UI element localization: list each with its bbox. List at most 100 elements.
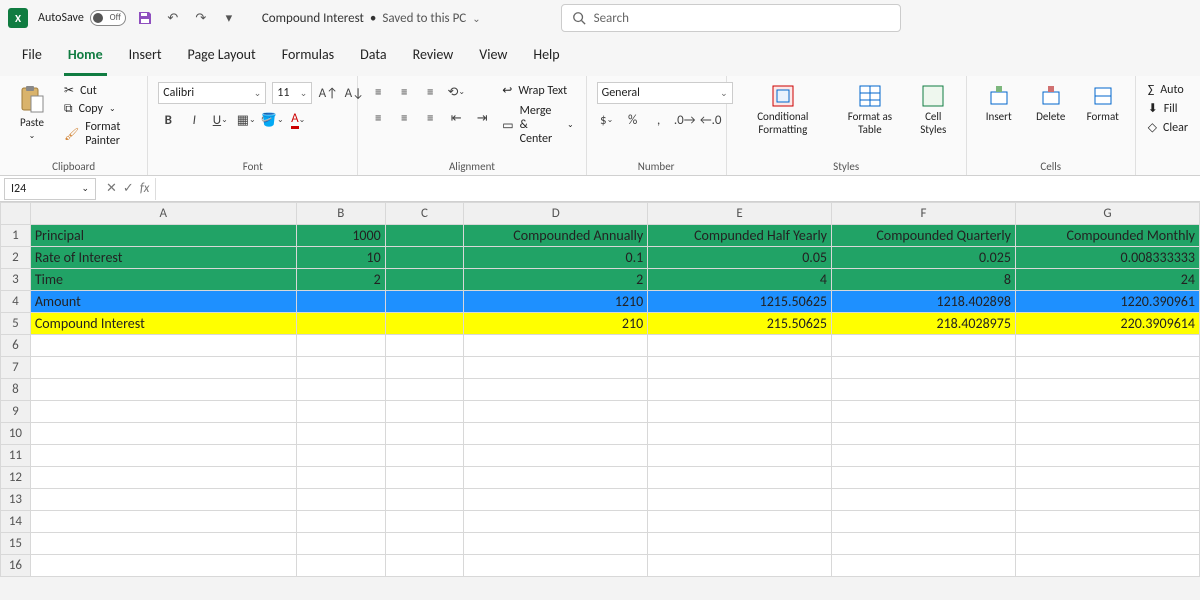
cell-G7[interactable] <box>1015 357 1199 379</box>
cell-B1[interactable]: 1000 <box>296 225 385 247</box>
tab-formulas[interactable]: Formulas <box>278 40 338 76</box>
cell-C6[interactable] <box>385 335 464 357</box>
cell-D2[interactable]: 0.1 <box>464 247 648 269</box>
cell-E13[interactable] <box>648 489 832 511</box>
cell-A9[interactable] <box>30 401 296 423</box>
column-header-A[interactable]: A <box>30 203 296 225</box>
row-header-10[interactable]: 10 <box>1 423 31 445</box>
cell-F1[interactable]: Compounded Quarterly <box>832 225 1016 247</box>
cell-B2[interactable]: 10 <box>296 247 385 269</box>
cell-F13[interactable] <box>832 489 1016 511</box>
cell-C8[interactable] <box>385 379 464 401</box>
cell-D10[interactable] <box>464 423 648 445</box>
cell-F8[interactable] <box>832 379 1016 401</box>
accounting-format-icon[interactable]: $⌄ <box>597 110 617 130</box>
cell-C4[interactable] <box>385 291 464 313</box>
comma-format-icon[interactable]: , <box>649 110 669 130</box>
cell-D15[interactable] <box>464 533 648 555</box>
align-center-icon[interactable]: ≡ <box>394 108 414 128</box>
cell-F16[interactable] <box>832 555 1016 577</box>
cell-D7[interactable] <box>464 357 648 379</box>
cell-E15[interactable] <box>648 533 832 555</box>
column-header-B[interactable]: B <box>296 203 385 225</box>
cell-E6[interactable] <box>648 335 832 357</box>
cell-E11[interactable] <box>648 445 832 467</box>
cell-B14[interactable] <box>296 511 385 533</box>
autosave-toggle[interactable]: AutoSave Off <box>38 10 126 26</box>
merge-center-button[interactable]: ▭Merge & Center⌄ <box>500 103 575 147</box>
bold-button[interactable]: B <box>158 110 178 130</box>
cell-D12[interactable] <box>464 467 648 489</box>
cell-B16[interactable] <box>296 555 385 577</box>
cell-F9[interactable] <box>832 401 1016 423</box>
increase-indent-icon[interactable]: ⇥ <box>472 108 492 128</box>
cell-G3[interactable]: 24 <box>1015 269 1199 291</box>
column-header-C[interactable]: C <box>385 203 464 225</box>
qat-customize-icon[interactable]: ▾ <box>220 9 238 27</box>
fill-color-button[interactable]: 🪣⌄ <box>262 110 282 130</box>
cell-B13[interactable] <box>296 489 385 511</box>
orientation-icon[interactable]: ⟲⌄ <box>446 82 466 102</box>
cell-A16[interactable] <box>30 555 296 577</box>
align-top-icon[interactable]: ≡ <box>368 82 388 102</box>
cell-C15[interactable] <box>385 533 464 555</box>
cell-C13[interactable] <box>385 489 464 511</box>
underline-button[interactable]: U⌄ <box>210 110 230 130</box>
cell-A5[interactable]: Compound Interest <box>30 313 296 335</box>
document-title[interactable]: Compound Interest • Saved to this PC ⌄ <box>262 11 481 26</box>
increase-decimal-icon[interactable]: .0→ <box>675 110 695 130</box>
row-header-12[interactable]: 12 <box>1 467 31 489</box>
cell-E12[interactable] <box>648 467 832 489</box>
tab-view[interactable]: View <box>475 40 511 76</box>
select-all-corner[interactable] <box>1 203 31 225</box>
cell-E9[interactable] <box>648 401 832 423</box>
column-header-G[interactable]: G <box>1015 203 1199 225</box>
row-header-11[interactable]: 11 <box>1 445 31 467</box>
decrease-indent-icon[interactable]: ⇤ <box>446 108 466 128</box>
cell-A7[interactable] <box>30 357 296 379</box>
cell-B5[interactable] <box>296 313 385 335</box>
font-name-select[interactable]: Calibri⌄ <box>158 82 266 104</box>
row-header-9[interactable]: 9 <box>1 401 31 423</box>
cell-F4[interactable]: 1218.402898 <box>832 291 1016 313</box>
row-header-1[interactable]: 1 <box>1 225 31 247</box>
borders-button[interactable]: ▦⌄ <box>236 110 256 130</box>
align-bottom-icon[interactable]: ≡ <box>420 82 440 102</box>
cell-G12[interactable] <box>1015 467 1199 489</box>
chevron-down-icon[interactable]: ⌄ <box>472 12 480 25</box>
cell-G1[interactable]: Compounded Monthly <box>1015 225 1199 247</box>
column-header-D[interactable]: D <box>464 203 648 225</box>
cell-G2[interactable]: 0.008333333 <box>1015 247 1199 269</box>
cell-D6[interactable] <box>464 335 648 357</box>
tab-review[interactable]: Review <box>409 40 458 76</box>
cell-C7[interactable] <box>385 357 464 379</box>
cell-F15[interactable] <box>832 533 1016 555</box>
search-input[interactable]: Search <box>561 4 901 32</box>
spreadsheet-grid[interactable]: ABCDEFG 1Principal1000Compounded Annuall… <box>0 202 1200 577</box>
cell-A13[interactable] <box>30 489 296 511</box>
cell-G10[interactable] <box>1015 423 1199 445</box>
tab-insert[interactable]: Insert <box>125 40 166 76</box>
cell-A11[interactable] <box>30 445 296 467</box>
cell-B11[interactable] <box>296 445 385 467</box>
cell-F5[interactable]: 218.4028975 <box>832 313 1016 335</box>
cell-B8[interactable] <box>296 379 385 401</box>
cell-G9[interactable] <box>1015 401 1199 423</box>
fx-icon[interactable]: fx <box>140 181 150 196</box>
cell-E7[interactable] <box>648 357 832 379</box>
copy-button[interactable]: ⧉Copy⌄ <box>62 101 137 117</box>
cell-F3[interactable]: 8 <box>832 269 1016 291</box>
cell-F7[interactable] <box>832 357 1016 379</box>
tab-help[interactable]: Help <box>529 40 563 76</box>
undo-icon[interactable]: ↶ <box>164 9 182 27</box>
cell-A10[interactable] <box>30 423 296 445</box>
number-format-select[interactable]: General⌄ <box>597 82 733 104</box>
cell-E14[interactable] <box>648 511 832 533</box>
clear-button[interactable]: ◇Clear <box>1146 119 1190 136</box>
chevron-down-icon[interactable]: ⌄ <box>81 183 89 194</box>
cell-G16[interactable] <box>1015 555 1199 577</box>
insert-cells-button[interactable]: Insert <box>977 82 1021 125</box>
tab-home[interactable]: Home <box>64 40 107 76</box>
cell-C5[interactable] <box>385 313 464 335</box>
cell-B15[interactable] <box>296 533 385 555</box>
